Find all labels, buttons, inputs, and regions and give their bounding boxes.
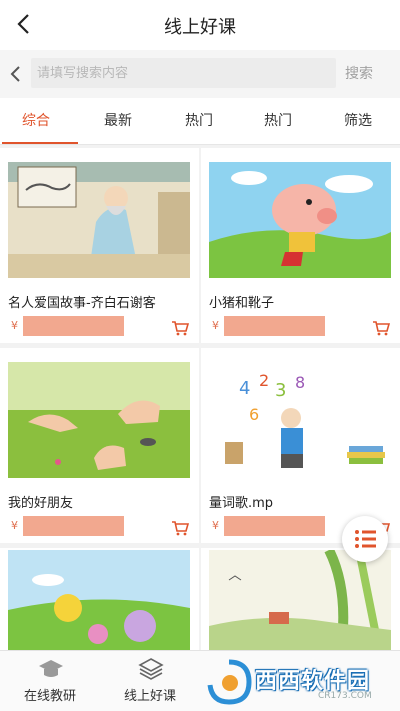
price-mask bbox=[224, 516, 325, 536]
tab-filter[interactable]: 筛选 bbox=[344, 110, 372, 130]
course-thumbnail bbox=[209, 162, 391, 278]
course-thumbnail bbox=[8, 550, 190, 650]
bottom-nav-label: 在线教研 bbox=[23, 689, 76, 704]
price-mask bbox=[23, 316, 124, 336]
cart-icon[interactable] bbox=[372, 320, 390, 336]
course-thumbnail bbox=[209, 550, 391, 650]
search-bar: 搜索 bbox=[0, 50, 400, 98]
page-title: 线上好课 bbox=[164, 17, 236, 38]
price-currency: ¥ bbox=[11, 319, 18, 332]
course-card[interactable] bbox=[201, 548, 400, 650]
price-mask bbox=[224, 316, 325, 336]
nav-bar: 线上好课 bbox=[0, 0, 400, 50]
course-thumbnail bbox=[8, 162, 190, 278]
tab-comprehensive[interactable]: 综合 bbox=[22, 110, 50, 130]
bottom-nav-label: 线上好课 bbox=[123, 689, 176, 704]
svg-text:8: 8 bbox=[295, 373, 305, 392]
course-title: 名人爱国故事-齐白石谢客 bbox=[8, 296, 156, 311]
price-currency: ¥ bbox=[11, 519, 18, 532]
course-title: 我的好朋友 bbox=[8, 496, 74, 511]
svg-text:4: 4 bbox=[239, 378, 250, 399]
course-card[interactable]: 名人爱国故事-齐白石谢客 ¥ bbox=[0, 148, 199, 343]
tab-popular-2[interactable]: 热门 bbox=[264, 110, 292, 130]
bottom-nav-online-courses[interactable]: 线上好课 bbox=[100, 651, 200, 711]
search-input[interactable] bbox=[31, 58, 336, 88]
cart-icon[interactable] bbox=[171, 320, 189, 336]
floating-menu-button[interactable] bbox=[342, 516, 388, 562]
graduation-cap-icon bbox=[39, 660, 63, 677]
course-title: 量词歌.mp bbox=[209, 496, 274, 511]
svg-text:3: 3 bbox=[275, 380, 286, 401]
layers-icon bbox=[138, 658, 164, 680]
course-card[interactable]: 小猪和靴子 ¥ bbox=[201, 148, 400, 343]
tab-bar: 综合 最新 热门 热门 筛选 bbox=[0, 98, 400, 145]
watermark-logo: 西西软件园 CR173.COM bbox=[200, 655, 400, 710]
course-thumbnail bbox=[8, 362, 190, 478]
search-button[interactable]: 搜索 bbox=[345, 63, 373, 83]
tab-latest[interactable]: 最新 bbox=[104, 110, 132, 130]
price-mask bbox=[23, 516, 124, 536]
course-card[interactable]: 4 2 3 8 6 量词歌.mp ¥ bbox=[201, 348, 400, 543]
list-menu-icon bbox=[355, 530, 376, 548]
price-currency: ¥ bbox=[212, 319, 219, 332]
tab-popular[interactable]: 热门 bbox=[185, 110, 213, 130]
watermark-swirl-icon bbox=[207, 659, 252, 705]
bottom-nav-online-research[interactable]: 在线教研 bbox=[0, 651, 100, 711]
active-tab-indicator bbox=[2, 142, 78, 144]
watermark-subtext: CR173.COM bbox=[318, 691, 372, 701]
course-thumbnail: 4 2 3 8 6 bbox=[209, 362, 391, 478]
course-title: 小猪和靴子 bbox=[209, 296, 275, 311]
cart-icon[interactable] bbox=[171, 520, 189, 536]
search-back-icon[interactable] bbox=[6, 63, 26, 85]
course-card[interactable]: 我的好朋友 ¥ bbox=[0, 348, 199, 543]
price-currency: ¥ bbox=[212, 519, 219, 532]
svg-text:6: 6 bbox=[249, 405, 259, 424]
course-card[interactable] bbox=[0, 548, 199, 650]
svg-text:2: 2 bbox=[259, 371, 269, 390]
